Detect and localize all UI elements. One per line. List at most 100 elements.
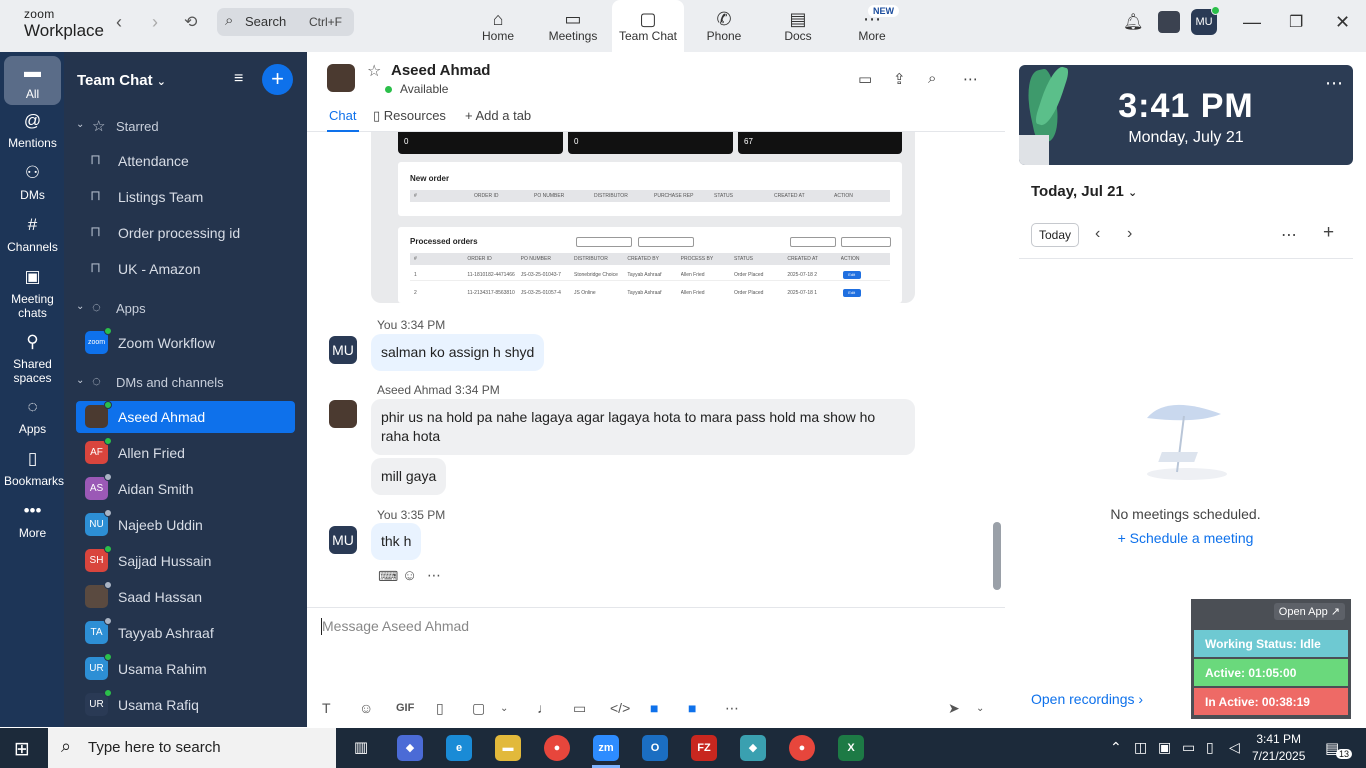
sidebar-dm-item[interactable]: AF Allen Fried [76, 437, 295, 469]
my-avatar[interactable]: MU [329, 336, 357, 364]
rail-all[interactable]: ▬ All [4, 56, 61, 105]
message-bubble[interactable]: thk h [371, 523, 422, 560]
sidebar-item-zoom-workflow[interactable]: zoom Zoom Workflow [76, 327, 295, 359]
sidebar-item-listings-team[interactable]: ⊓ Listings Team [76, 181, 295, 213]
today-button[interactable]: Today [1031, 223, 1079, 247]
scrollbar[interactable] [993, 522, 1001, 590]
rail-mentions[interactable]: @ Mentions [4, 112, 61, 150]
tab-team-chat[interactable]: ▢ Team Chat [612, 0, 684, 52]
emoji-icon[interactable]: ☺ [359, 700, 373, 716]
sidebar-dm-item[interactable]: SH Sajjad Hussain [76, 545, 295, 577]
tab-home[interactable]: ⌂ Home [462, 0, 534, 52]
app-icon[interactable]: ◆ [740, 735, 766, 761]
sidebar-item-order-processing[interactable]: ⊓ Order processing id [76, 217, 295, 249]
restore-icon[interactable]: ❐ [1289, 12, 1303, 32]
screenshot-icon[interactable]: ▢ [472, 700, 485, 717]
file-icon[interactable]: ▯ [436, 700, 444, 717]
system-clock[interactable]: 3:41 PM 7/21/2025 [1252, 731, 1305, 765]
emoji-reaction-icon[interactable]: ☺ [402, 567, 417, 584]
send-icon[interactable]: ➤ [948, 700, 960, 717]
tray-app-icon[interactable]: ◫ [1134, 739, 1147, 756]
copilot-icon[interactable]: ◆ [397, 735, 423, 761]
next-day-icon[interactable]: › [1127, 225, 1132, 243]
sidebar-dm-item[interactable]: Aseed Ahmad [76, 401, 295, 433]
message-composer[interactable]: Message Aseed Ahmad T ☺ GIF ▯ ▢ ⌄ ♩ ▭ </… [307, 607, 1005, 727]
sidebar-dm-item[interactable]: TA Tayyab Ashraaf [76, 617, 295, 649]
video-message-icon[interactable]: ▭ [573, 700, 586, 717]
forward-arrow-icon[interactable]: › [152, 12, 158, 33]
sidebar-dm-item[interactable]: UR Usama Rafiq [76, 689, 295, 721]
tab-phone[interactable]: ✆ Phone [688, 0, 760, 52]
sidebar-dm-item[interactable]: AS Aidan Smith [76, 473, 295, 505]
zoom-taskbar-icon[interactable]: zm [593, 735, 619, 761]
user-avatar[interactable]: MU [1191, 6, 1220, 35]
open-app-button[interactable]: Open App ↗ [1273, 603, 1345, 620]
edit-button[interactable]: Edit [842, 271, 861, 279]
apps-grid-icon[interactable] [1158, 11, 1180, 33]
rail-apps[interactable]: ◌ Apps [4, 398, 61, 436]
rail-meeting-chats[interactable]: ▣ Meeting chats [4, 268, 61, 320]
sidebar-item-attendance[interactable]: ⊓ Attendance [76, 145, 295, 177]
network-icon[interactable]: ▯ [1206, 739, 1214, 756]
file-explorer-icon[interactable]: ▬ [495, 735, 521, 761]
tray-chevron-icon[interactable]: ⌃ [1110, 739, 1122, 756]
share-screen-icon[interactable]: ⇪ [893, 70, 906, 88]
shared-image[interactable]: 0 0 67 New order # ORDER ID PO NUMBER DISTR… [371, 132, 915, 303]
close-icon[interactable]: ✕ [1335, 12, 1350, 33]
chevron-down-icon[interactable]: ⌄ [500, 703, 508, 714]
contact-name[interactable]: Aseed Ahmad [391, 62, 490, 79]
sidebar-title[interactable]: Team Chat ⌄ [77, 72, 166, 89]
more-options-icon[interactable]: ⋯ [1325, 73, 1343, 94]
windows-start-icon[interactable]: ⊞ [14, 738, 30, 761]
app-icon[interactable]: ■ [688, 700, 696, 716]
task-view-icon[interactable]: ▥ [348, 735, 374, 761]
sidebar-dm-item[interactable]: NU Najeeb Uddin [76, 509, 295, 541]
contact-avatar[interactable] [327, 64, 355, 92]
more-actions-icon[interactable]: ⋯ [427, 567, 441, 584]
my-avatar[interactable]: MU [329, 526, 357, 554]
history-icon[interactable]: ⟲ [184, 12, 197, 32]
microphone-icon[interactable]: ♩ [537, 700, 551, 716]
gif-icon[interactable]: GIF [396, 702, 414, 714]
tray-app-icon[interactable]: ▣ [1158, 739, 1171, 756]
taskbar-search[interactable]: ⌕ Type here to search [48, 728, 336, 768]
reply-icon[interactable]: ⌨ [378, 568, 398, 585]
star-icon[interactable]: ☆ [367, 61, 381, 81]
tab-add[interactable]: + Add a tab [465, 108, 531, 123]
outlook-icon[interactable]: O [642, 735, 668, 761]
more-options-icon[interactable]: ⋯ [963, 70, 978, 88]
rail-shared-spaces[interactable]: ⚲ Shared spaces [4, 333, 61, 385]
tab-chat[interactable]: Chat [329, 108, 356, 123]
volume-icon[interactable]: ◁ [1229, 739, 1240, 756]
more-options-icon[interactable]: ⋯ [1281, 225, 1297, 245]
message-bubble[interactable]: salman ko assign h shyd [371, 334, 545, 371]
video-call-icon[interactable]: ▭ [858, 70, 872, 88]
search-icon[interactable]: ⌕ [928, 70, 936, 87]
rail-more[interactable]: ••• More [4, 502, 61, 540]
chrome-profile-icon[interactable]: ● [789, 735, 815, 761]
rail-channels[interactable]: # Channels [4, 216, 61, 254]
open-recordings-link[interactable]: Open recordings › [1031, 691, 1143, 707]
message-bubble[interactable]: phir us na hold pa nahe lagaya agar laga… [371, 399, 915, 455]
edit-button[interactable]: Edit [842, 289, 861, 297]
minimize-icon[interactable]: — [1243, 12, 1261, 33]
schedule-meeting-link[interactable]: + Schedule a meeting [1005, 530, 1366, 546]
prev-day-icon[interactable]: ‹ [1095, 225, 1100, 243]
add-meeting-icon[interactable]: + [1323, 222, 1334, 244]
tab-docs[interactable]: ▤ Docs [762, 0, 834, 52]
filter-icon[interactable]: ≡ [234, 70, 243, 88]
chevron-down-icon[interactable]: ⌄ [976, 703, 984, 714]
tab-resources[interactable]: ▯ Resources [373, 108, 446, 124]
back-arrow-icon[interactable]: ‹ [116, 12, 122, 33]
composer-input[interactable]: Message Aseed Ahmad [322, 618, 469, 634]
excel-icon[interactable]: X [838, 735, 864, 761]
battery-icon[interactable]: ▭ [1182, 739, 1195, 756]
day-selector[interactable]: Today, Jul 21 ⌄ [1031, 183, 1137, 200]
new-chat-button[interactable]: + [262, 64, 293, 95]
more-tools-icon[interactable]: ⋯ [725, 700, 739, 717]
bell-icon[interactable]: 🔔︎ [1123, 12, 1143, 32]
app-icon[interactable]: ■ [650, 700, 658, 716]
contact-avatar[interactable] [329, 400, 357, 428]
rail-dms[interactable]: ⚇ DMs [4, 164, 61, 202]
chrome-icon[interactable]: ● [544, 735, 570, 761]
